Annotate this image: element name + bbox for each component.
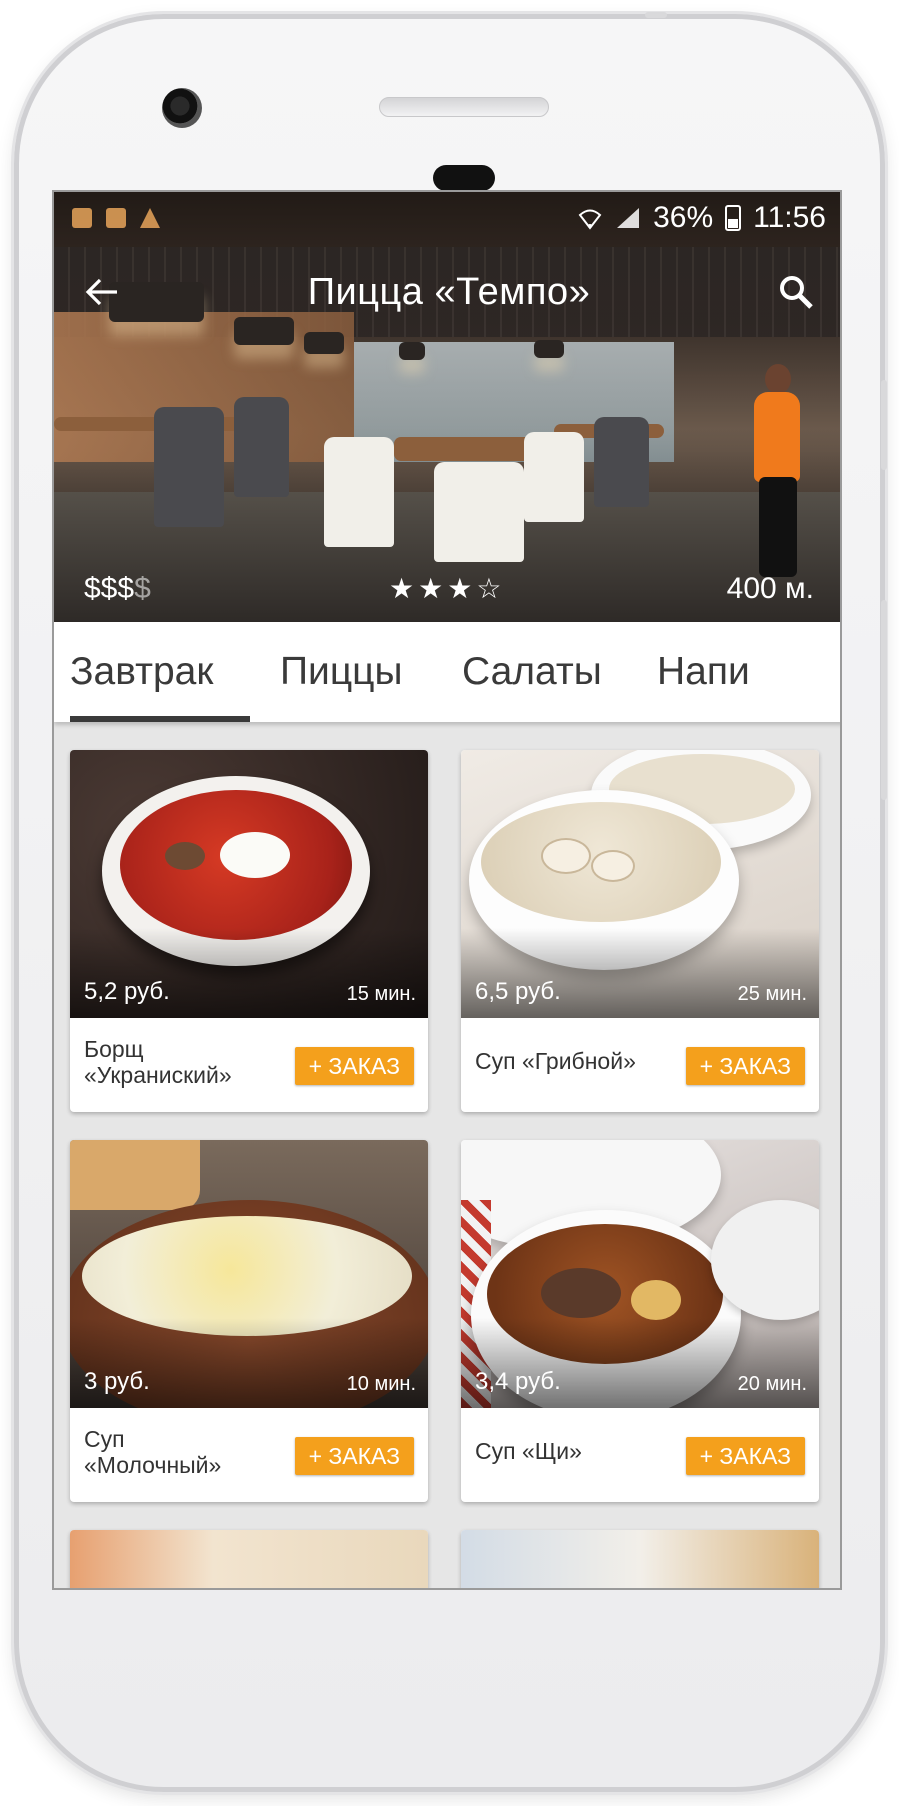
restaurant-header-photo: 36% 11:56 Пицца «Темпо» $$$$ ★★★☆ 400 м.: [54, 192, 840, 622]
dish-name: Суп «Грибной»: [475, 1048, 636, 1074]
back-button[interactable]: [54, 244, 150, 340]
search-button[interactable]: [748, 244, 840, 340]
proximity-sensor: [433, 165, 495, 191]
wifi-icon: [578, 209, 602, 230]
warning-notification-icon: [140, 208, 160, 228]
tab-drinks[interactable]: Напи: [657, 650, 750, 694]
dish-cook-time: 25 мин.: [737, 983, 807, 1005]
dish-photo: [70, 1530, 428, 1588]
dish-cook-time: 20 мин.: [737, 1373, 807, 1395]
dish-card[interactable]: [70, 1530, 428, 1588]
dish-photo: [461, 1530, 819, 1588]
gallery-notification-icon: [72, 208, 92, 228]
active-tab-indicator: [70, 716, 250, 722]
tab-salads[interactable]: Салаты: [462, 650, 602, 694]
order-button[interactable]: + ЗАКАЗ: [685, 1047, 805, 1085]
top-button: [645, 12, 667, 18]
menu-tabs: Завтрак Пиццы Салаты Напи: [54, 622, 840, 722]
dish-name: Суп «Щи»: [475, 1438, 582, 1464]
restaurant-title: Пицца «Темпо»: [307, 270, 591, 313]
battery-percent: 36%: [653, 201, 714, 234]
power-button: [881, 600, 887, 800]
tab-pizzas[interactable]: Пиццы: [280, 650, 403, 694]
earpiece-speaker: [379, 97, 549, 117]
restaurant-meta: $$$$ ★★★☆ 400 м.: [54, 572, 840, 612]
rating-stars: ★★★☆: [389, 573, 506, 604]
order-button[interactable]: + ЗАКАЗ: [294, 1437, 414, 1475]
order-button[interactable]: + ЗАКАЗ: [294, 1047, 414, 1085]
dish-card[interactable]: 5,2 руб. 15 мин. Борщ «Украниский» + ЗАК…: [70, 750, 428, 1112]
download-notification-icon: [106, 208, 126, 228]
dish-price: 3,4 руб.: [475, 1368, 561, 1395]
dish-card[interactable]: [461, 1530, 819, 1588]
front-camera: [162, 88, 202, 128]
clock: 11:56: [753, 201, 826, 234]
dish-photo: 6,5 руб. 25 мин.: [461, 750, 819, 1018]
search-icon: [780, 276, 813, 309]
dish-cook-time: 10 мин.: [346, 1373, 416, 1395]
dish-price: 5,2 руб.: [84, 978, 170, 1005]
dish-price: 3 руб.: [84, 1368, 150, 1395]
dish-photo: 5,2 руб. 15 мин.: [70, 750, 428, 1018]
dish-card[interactable]: 3,4 руб. 20 мин. Суп «Щи» + ЗАКАЗ: [461, 1140, 819, 1502]
tab-breakfast[interactable]: Завтрак: [70, 650, 213, 694]
dish-name: Борщ «Украниский»: [84, 1036, 232, 1088]
volume-button: [881, 380, 887, 470]
distance: 400 м.: [726, 572, 814, 605]
app-toolbar: Пицца «Темпо»: [54, 244, 840, 340]
dish-name: Суп «Молочный»: [84, 1426, 222, 1478]
dish-photo: 3 руб. 10 мин.: [70, 1140, 428, 1408]
order-button[interactable]: + ЗАКАЗ: [685, 1437, 805, 1475]
dish-photo: 3,4 руб. 20 мин.: [461, 1140, 819, 1408]
dish-cook-time: 15 мин.: [346, 983, 416, 1005]
price-level: $$$$: [84, 572, 151, 605]
signal-icon: [617, 208, 640, 228]
dish-price: 6,5 руб.: [475, 978, 561, 1005]
app-screen: 36% 11:56 Пицца «Темпо» $$$$ ★★★☆ 400 м.…: [52, 190, 842, 1590]
dish-card[interactable]: 3 руб. 10 мин. Суп «Молочный» + ЗАКАЗ: [70, 1140, 428, 1502]
arrow-back-icon: [85, 278, 117, 306]
status-bar: 36% 11:56: [54, 192, 840, 244]
dish-card[interactable]: 6,5 руб. 25 мин. Суп «Грибной» + ЗАКАЗ: [461, 750, 819, 1112]
battery-icon: [725, 205, 742, 231]
